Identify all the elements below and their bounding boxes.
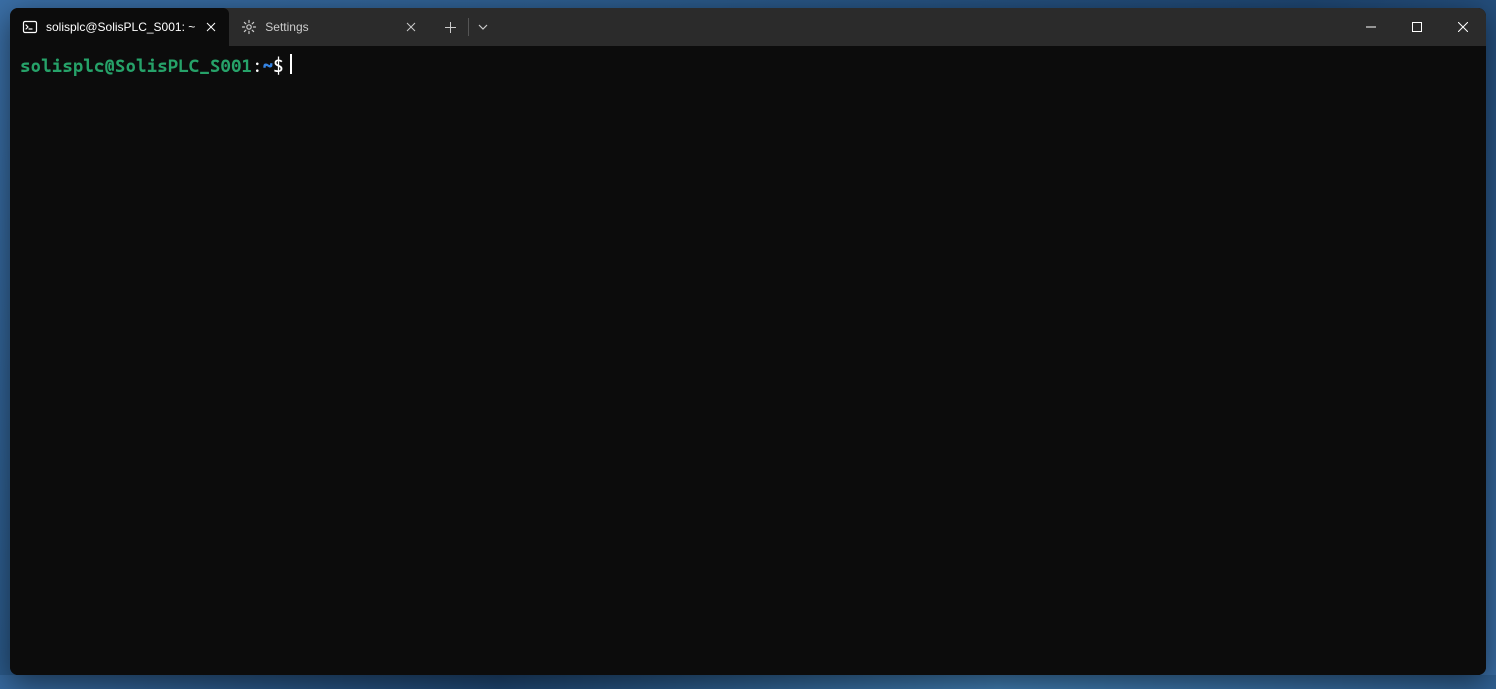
- prompt-colon: :: [252, 55, 263, 78]
- prompt-user-host: solisplc@SolisPLC_S001: [20, 55, 252, 78]
- tab-controls: [429, 8, 496, 46]
- close-window-button[interactable]: [1440, 8, 1486, 46]
- tabs-area: solisplc@SolisPLC_S001: ~ Settings: [10, 8, 429, 46]
- titlebar-drag-area[interactable]: [496, 8, 1348, 46]
- title-bar[interactable]: solisplc@SolisPLC_S001: ~ Settings: [10, 8, 1486, 46]
- new-tab-button[interactable]: [433, 8, 467, 46]
- prompt-symbol: $: [273, 55, 284, 78]
- maximize-button[interactable]: [1394, 8, 1440, 46]
- divider: [468, 18, 469, 36]
- prompt-line: solisplc@SolisPLC_S001:~$: [20, 52, 1476, 78]
- window-controls: [1348, 8, 1486, 46]
- tab-settings[interactable]: Settings: [229, 8, 429, 46]
- desktop-wallpaper-strip: [0, 675, 1496, 689]
- gear-icon: [241, 19, 257, 35]
- tab-close-button[interactable]: [203, 19, 219, 35]
- tab-terminal[interactable]: solisplc@SolisPLC_S001: ~: [10, 8, 229, 46]
- tab-close-button[interactable]: [403, 19, 419, 35]
- tab-dropdown-button[interactable]: [470, 8, 496, 46]
- terminal-cursor: [290, 54, 292, 74]
- prompt-path: ~: [263, 55, 274, 78]
- terminal-body[interactable]: solisplc@SolisPLC_S001:~$: [10, 46, 1486, 675]
- tab-label: solisplc@SolisPLC_S001: ~: [46, 20, 195, 34]
- terminal-icon: [22, 19, 38, 35]
- tab-label: Settings: [265, 20, 395, 34]
- minimize-button[interactable]: [1348, 8, 1394, 46]
- terminal-window: solisplc@SolisPLC_S001: ~ Settings: [10, 8, 1486, 675]
